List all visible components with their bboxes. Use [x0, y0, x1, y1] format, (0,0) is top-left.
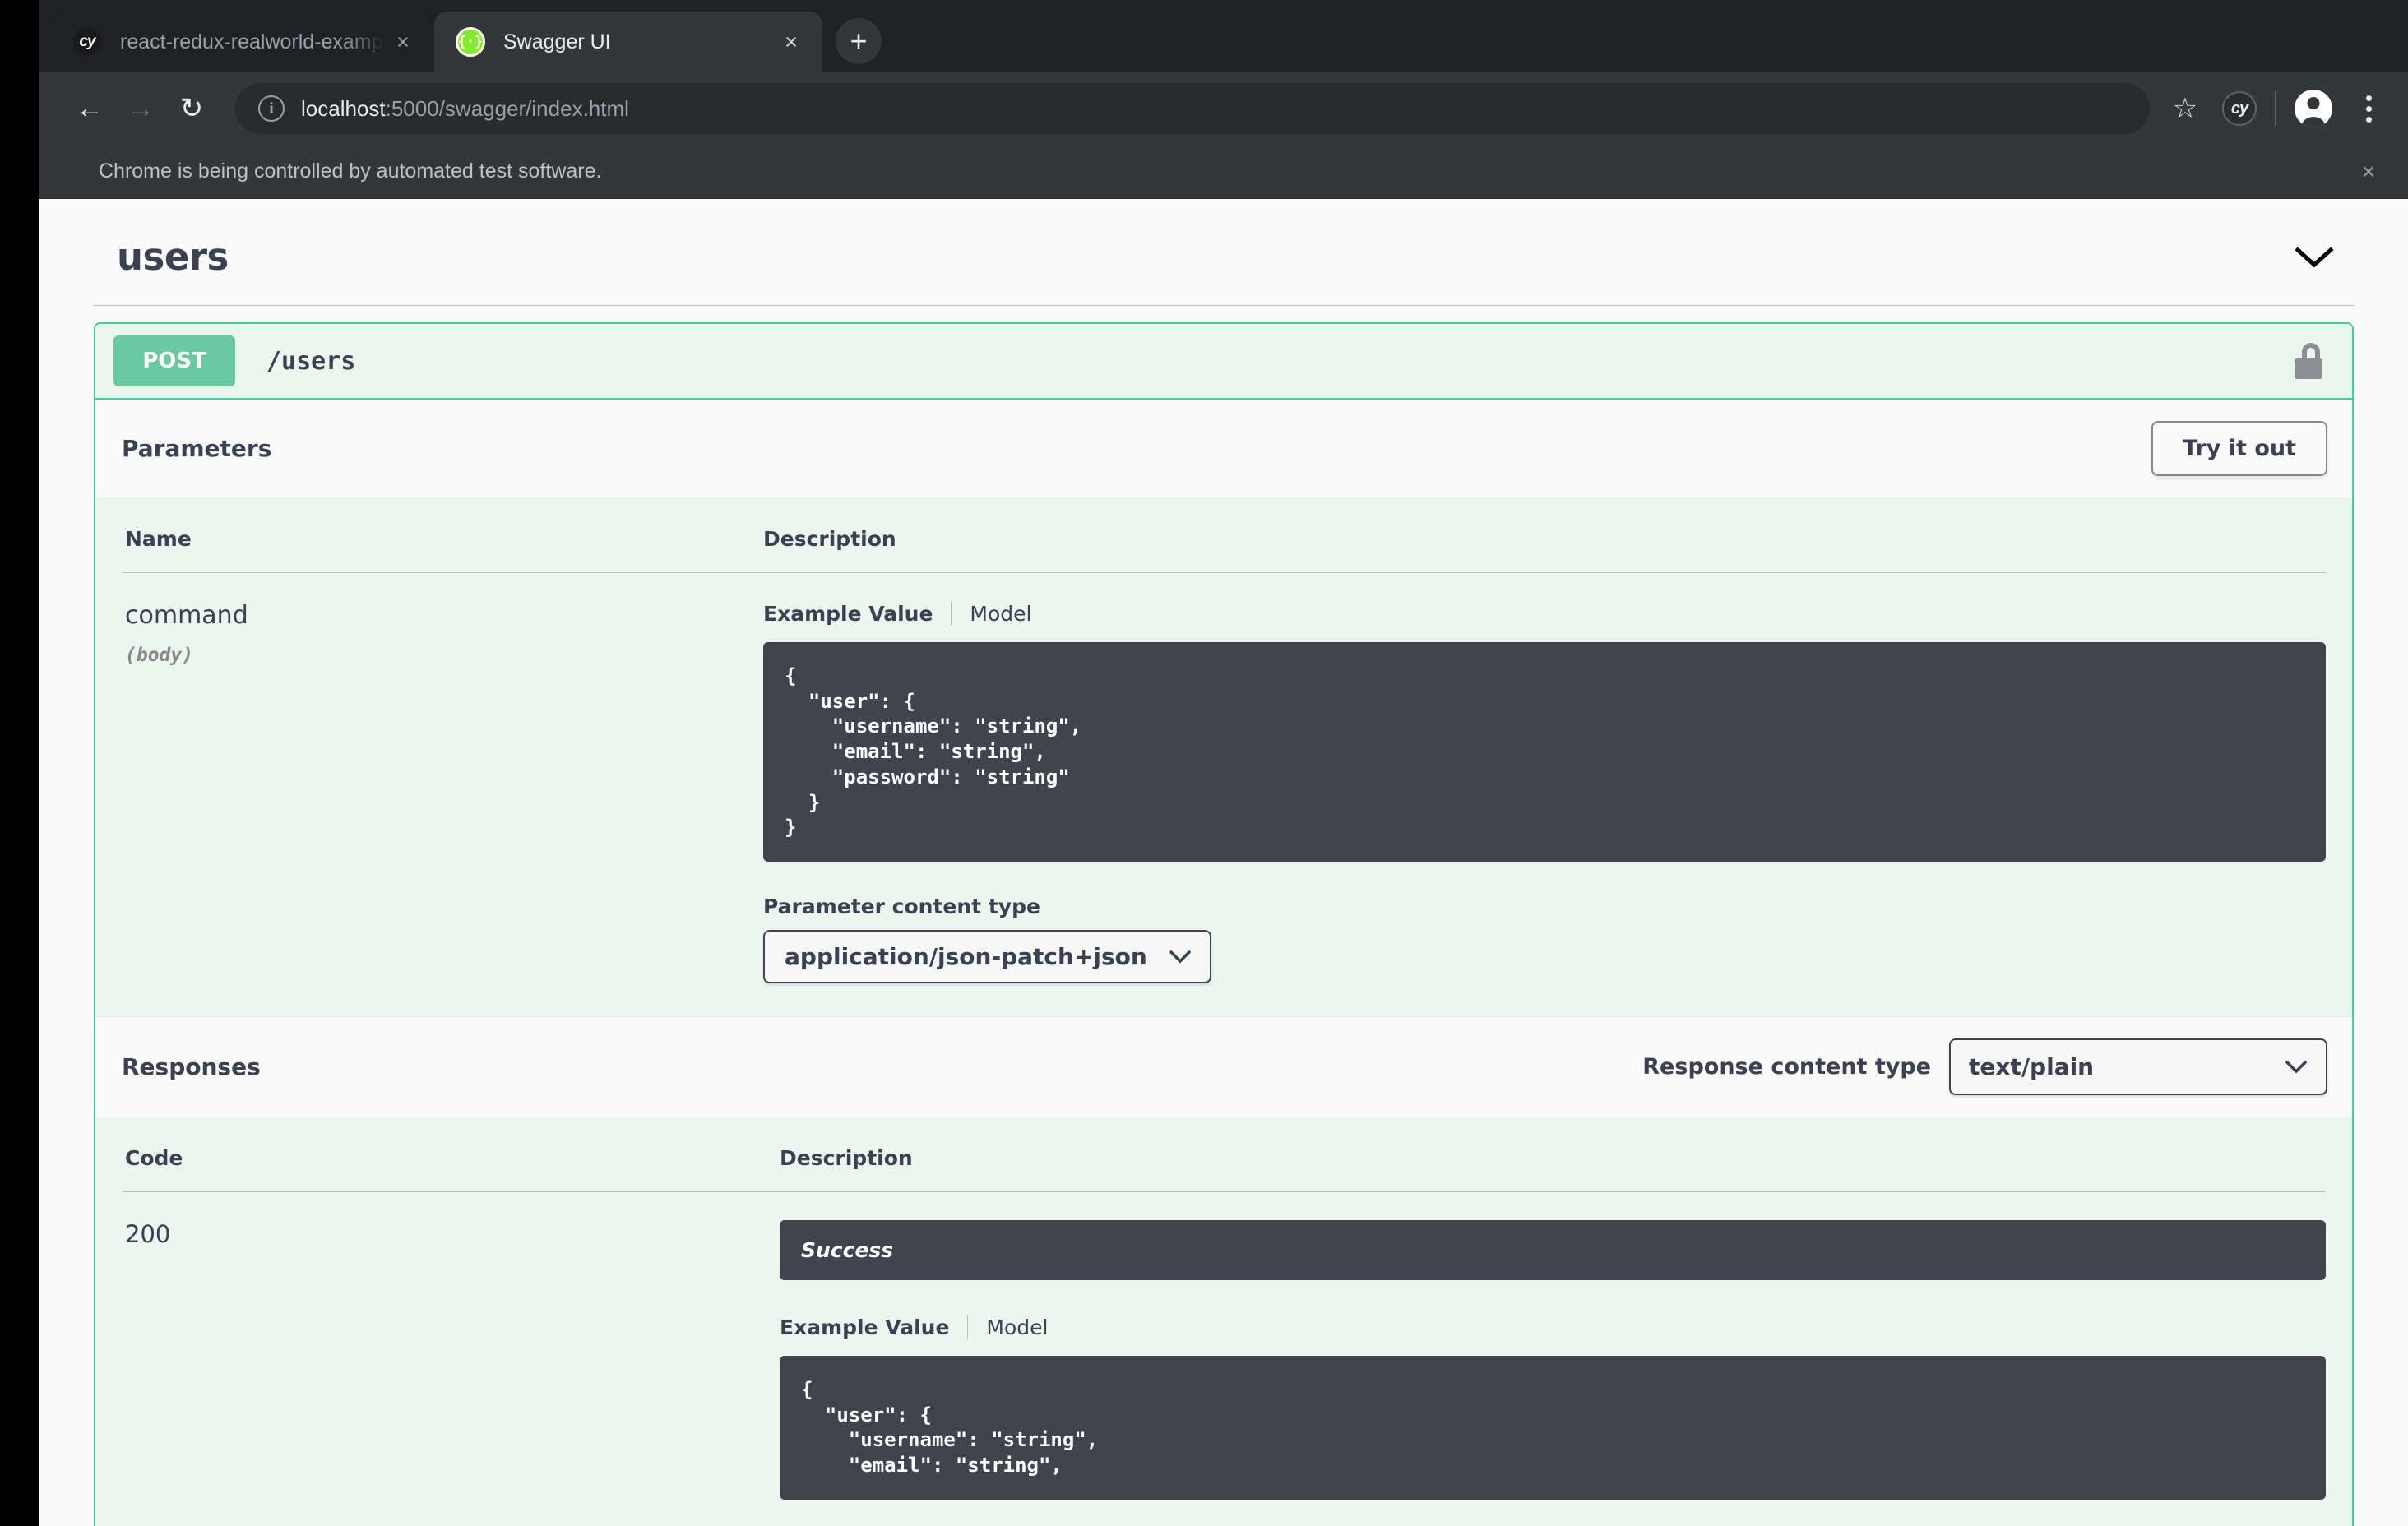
automation-infobar: Chrome is being controlled by automated …	[39, 145, 2408, 199]
responses-header: Responses Response content type text/pla…	[95, 1016, 2352, 1117]
response-description-cell: Success Example Value Model { "user": { …	[780, 1192, 2326, 1500]
profile-avatar-icon[interactable]	[2295, 90, 2332, 127]
tab-title: Swagger UI	[503, 30, 611, 53]
parameter-location: (body)	[125, 645, 194, 666]
parameters-table: Name Description command (body) Example …	[122, 497, 2326, 984]
chevron-down-icon[interactable]	[2295, 238, 2334, 277]
parameter-content-type-value: application/json-patch+json	[785, 943, 1147, 971]
tab-example-value[interactable]: Example Value	[763, 602, 933, 626]
url-text: localhost:5000/swagger/index.html	[301, 96, 629, 122]
tab-example-value[interactable]: Example Value	[780, 1316, 949, 1339]
table-header-row: Name Description	[122, 497, 2326, 573]
swagger-icon	[456, 27, 485, 57]
response-code: 200	[125, 1220, 171, 1249]
cypress-icon-glyph: cy	[73, 28, 101, 56]
swagger-icon-glyph	[456, 27, 485, 57]
parameter-description-cell: Example Value Model { "user": { "usernam…	[763, 573, 2326, 984]
chevron-down-icon	[2285, 1060, 2308, 1075]
automation-infobar-text: Chrome is being controlled by automated …	[99, 160, 602, 183]
chrome-menu-icon[interactable]	[2347, 87, 2390, 130]
browser-window: cy react-redux-realworld-example × Swagg…	[39, 0, 2408, 1526]
swagger-page: users POST /users Parameters Try it out …	[39, 199, 2408, 1526]
cypress-extension-icon[interactable]: cy	[2222, 91, 2257, 126]
parameter-content-type-select[interactable]: application/json-patch+json	[763, 930, 1211, 984]
response-description: Success	[780, 1220, 2326, 1281]
response-content-type-value: text/plain	[1969, 1053, 2095, 1081]
toolbar-divider	[2275, 90, 2276, 127]
tag-section-header[interactable]: users	[94, 199, 2354, 306]
parameters-header: Parameters Try it out	[95, 400, 2352, 497]
parameters-body: Name Description command (body) Example …	[95, 497, 2352, 1017]
example-model-tabs: Example Value Model	[763, 601, 2326, 626]
response-content-type-select[interactable]: text/plain	[1949, 1038, 2327, 1096]
bookmark-star-icon[interactable]: ☆	[2163, 86, 2207, 131]
response-code-cell: 200	[122, 1192, 780, 1500]
infobar-close-icon[interactable]: ×	[2349, 152, 2388, 192]
browser-toolbar: ← → ↻ i localhost:5000/swagger/index.htm…	[39, 72, 2408, 145]
unlocked-padlock-icon[interactable]	[2295, 343, 2327, 379]
browser-tab-swagger-ui[interactable]: Swagger UI ×	[434, 12, 822, 72]
operation-summary[interactable]: POST /users	[95, 324, 2352, 400]
tab-divider	[951, 601, 952, 626]
table-header-row: Code Description	[122, 1117, 2326, 1193]
response-example-code[interactable]: { "user": { "username": "string", "email…	[780, 1356, 2326, 1500]
column-header-code: Code	[122, 1117, 780, 1193]
tab-model[interactable]: Model	[970, 602, 1031, 626]
parameters-title: Parameters	[122, 435, 272, 462]
example-model-tabs: Example Value Model	[780, 1315, 2326, 1340]
url-host: localhost	[301, 95, 386, 121]
http-method-badge: POST	[113, 335, 235, 386]
table-row: 200 Success Example Value Model {"user"…	[122, 1192, 2326, 1500]
page-viewport: users POST /users Parameters Try it out …	[39, 199, 2408, 1526]
responses-title: Responses	[122, 1053, 261, 1081]
chevron-down-icon	[1169, 950, 1192, 964]
try-it-out-button[interactable]: Try it out	[2151, 421, 2327, 476]
tab-title: react-redux-realworld-example	[120, 30, 385, 53]
tab-close-icon[interactable]: ×	[385, 24, 421, 60]
column-header-name: Name	[122, 497, 763, 573]
parameter-content-type-label: Parameter content type	[763, 895, 1040, 919]
request-example-code[interactable]: { "user": { "username": "string", "email…	[763, 642, 2326, 862]
column-header-description: Description	[763, 497, 2326, 573]
tab-close-icon[interactable]: ×	[773, 24, 809, 60]
operation-path: /users	[266, 346, 356, 376]
browser-tab-react-redux[interactable]: cy react-redux-realworld-example ×	[51, 12, 434, 72]
responses-body: Code Description 200 Success Example Val…	[95, 1117, 2352, 1526]
forward-icon[interactable]: →	[115, 83, 166, 134]
parameter-name: command	[125, 601, 248, 630]
parameter-name-cell: command (body)	[122, 573, 763, 984]
address-bar[interactable]: i localhost:5000/swagger/index.html	[235, 83, 2150, 134]
response-content-type-label: Response content type	[1642, 1054, 1931, 1080]
tab-model[interactable]: Model	[986, 1316, 1048, 1339]
table-row: command (body) Example Value Model {"us…	[122, 573, 2326, 984]
reload-icon[interactable]: ↻	[166, 83, 217, 134]
new-tab-button[interactable]: +	[836, 18, 882, 64]
site-info-icon[interactable]: i	[258, 95, 285, 122]
cypress-icon: cy	[72, 27, 102, 57]
page-title: users	[117, 235, 229, 279]
column-header-description: Description	[780, 1117, 2326, 1193]
operation-block-post-users: POST /users Parameters Try it out Name D…	[94, 322, 2354, 1526]
tab-strip: cy react-redux-realworld-example × Swagg…	[39, 0, 2408, 72]
url-path: :5000/swagger/index.html	[385, 95, 629, 121]
responses-table: Code Description 200 Success Example Val…	[122, 1117, 2326, 1500]
tab-divider	[967, 1315, 969, 1340]
back-icon[interactable]: ←	[64, 83, 115, 134]
